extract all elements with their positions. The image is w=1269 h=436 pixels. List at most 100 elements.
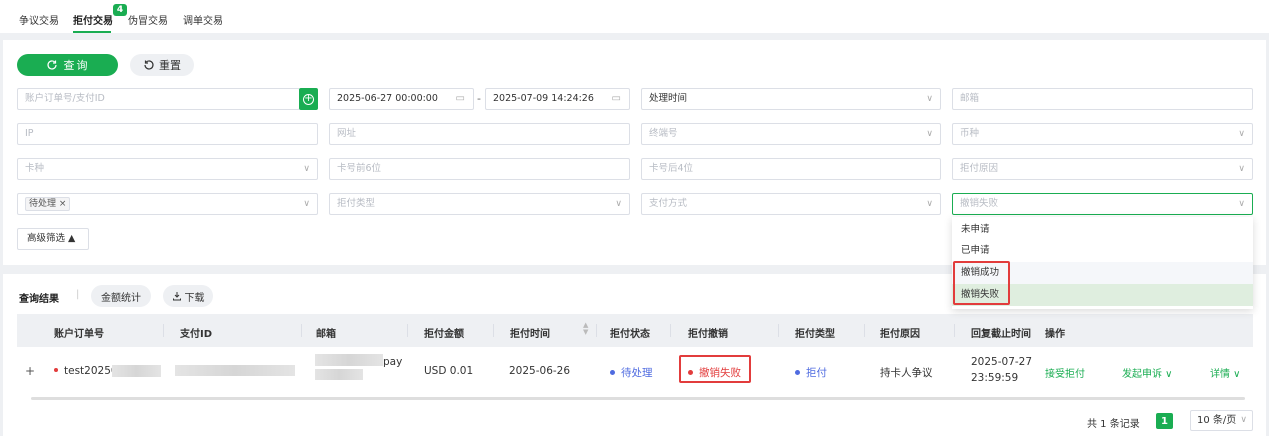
chevron-down-icon: ∨ (1238, 129, 1245, 139)
terminal-select[interactable]: 终端号 ∨ (641, 123, 941, 145)
appeal-dropdown-link[interactable]: 发起申诉 ∨ (1122, 365, 1173, 380)
redacted-order-id (112, 365, 161, 377)
dropdown-option-applied[interactable]: 已申请 (952, 240, 1253, 262)
card-last4-input[interactable]: 卡号后4位 (641, 158, 941, 180)
col-payment-id: 支付ID (180, 329, 213, 340)
revoke-cell: 撤销失败 (688, 365, 741, 380)
accept-chargeback-link[interactable]: 接受拒付 (1045, 365, 1085, 380)
active-tab-indicator (73, 31, 111, 33)
time-type-select[interactable]: 处理时间 ∨ (641, 88, 941, 110)
dropdown-option-revoke-success[interactable]: 撤销成功 (952, 262, 1253, 284)
status-dot (610, 369, 615, 375)
order-id-input[interactable]: 账户订单号/支付ID (17, 88, 300, 110)
col-divider (954, 324, 955, 337)
website-input[interactable]: 网址 (329, 123, 630, 145)
page-size-select[interactable]: 10 条/页 ∨ (1190, 410, 1253, 431)
chargeback-reason-select[interactable]: 拒付原因 ∨ (952, 158, 1253, 180)
chevron-down-icon: ∨ (1240, 415, 1247, 425)
chargeback-count-badge: 4 (113, 4, 127, 16)
results-title: 查询结果 (19, 294, 59, 305)
status-dot (795, 369, 800, 375)
col-order-id: 账户订单号 (54, 329, 104, 340)
advanced-filter-toggle[interactable]: 高级筛选 ▲ (17, 228, 89, 250)
tab-chargeback[interactable]: 拒付交易 (73, 12, 113, 27)
start-date-input[interactable]: 2025-06-27 00:00:00 ▭ (329, 88, 474, 110)
details-dropdown-link[interactable]: 详情 ∨ (1210, 365, 1241, 380)
email-input[interactable]: 邮箱 (952, 88, 1253, 110)
tab-fraud[interactable]: 伪冒交易 (128, 12, 168, 27)
payment-method-select[interactable]: 支付方式 ∨ (641, 193, 941, 215)
col-divider (493, 324, 494, 337)
card-first6-input[interactable]: 卡号前6位 (329, 158, 630, 180)
redacted-payment-id (175, 365, 295, 376)
col-actions: 操作 (1045, 329, 1065, 340)
sort-icon[interactable]: ▲ ▼ (583, 322, 588, 336)
horizontal-scrollbar[interactable] (31, 397, 1245, 400)
redacted-email (315, 369, 363, 380)
row-expand-button[interactable]: + (25, 364, 35, 378)
col-revoke: 拒付撤销 (688, 329, 728, 340)
deadline-date: 2025-07-27 (971, 356, 1033, 368)
type-cell: 拒付 (795, 365, 827, 380)
dropdown-option-revoke-failed[interactable]: 撤销失败 (952, 284, 1253, 306)
download-icon (172, 292, 181, 301)
chevron-down-icon: ∨ (926, 129, 933, 139)
download-button[interactable]: 下载 (163, 285, 213, 307)
time-cell: 2025-06-26 (509, 365, 571, 377)
amount-stats-button[interactable]: 金额统计 (91, 285, 151, 307)
col-divider (163, 324, 164, 337)
chevron-down-icon: ∨ (926, 94, 933, 104)
col-deadline: 回复截止时间 (971, 329, 1031, 340)
status-cell: 待处理 (610, 365, 653, 380)
order-id-cell: test20250 (54, 365, 118, 377)
end-date-input[interactable]: 2025-07-09 14:24:26 ▭ (485, 88, 630, 110)
redacted-email (315, 354, 383, 366)
chevron-down-icon: ∨ (1238, 199, 1245, 209)
amount-cell: USD 0.01 (424, 365, 474, 377)
page-1-button[interactable]: 1 (1156, 413, 1173, 429)
col-email: 邮箱 (316, 329, 336, 340)
col-divider (407, 324, 408, 337)
email-suffix: pay (383, 356, 403, 368)
chevron-down-icon: ∨ (1238, 164, 1245, 174)
revoke-status-dropdown: 未申请 已申请 撤销成功 撤销失败 (952, 217, 1253, 309)
reset-button[interactable]: 重置 (130, 54, 194, 76)
status-dot (688, 369, 693, 375)
col-divider (670, 324, 671, 337)
search-button[interactable]: 查询 (17, 54, 118, 76)
dropdown-option-not-applied[interactable]: 未申请 (952, 219, 1253, 241)
revoke-status-select[interactable]: 撤销失败 ∨ (952, 193, 1253, 215)
col-type: 拒付类型 (795, 329, 835, 340)
calendar-icon: ▭ (455, 93, 465, 104)
ip-input[interactable]: IP (17, 123, 318, 145)
date-separator: - (477, 92, 481, 105)
col-divider (778, 324, 779, 337)
col-amount: 拒付金额 (424, 329, 464, 340)
reset-icon (144, 60, 154, 70)
chargeback-type-select[interactable]: 拒付类型 ∨ (329, 193, 630, 215)
chevron-down-icon: ∨ (303, 164, 310, 174)
currency-select[interactable]: 币种 ∨ (952, 123, 1253, 145)
col-divider (864, 324, 865, 337)
chevron-down-icon: ∨ (303, 199, 310, 209)
status-select[interactable]: 待处理 × ∨ (17, 193, 318, 215)
tab-dispute[interactable]: 争议交易 (19, 12, 59, 27)
total-records: 共 1 条记录 (1087, 419, 1140, 430)
col-reason: 拒付原因 (880, 329, 920, 340)
calendar-icon: ▭ (611, 93, 621, 104)
card-type-select[interactable]: 卡种 ∨ (17, 158, 318, 180)
col-time[interactable]: 拒付时间 (510, 325, 550, 340)
deadline-time: 23:59:59 (971, 372, 1019, 384)
status-dot (54, 368, 58, 372)
status-tag[interactable]: 待处理 × (25, 197, 71, 211)
chevron-down-icon: ∨ (926, 199, 933, 209)
refresh-search-icon (46, 60, 57, 70)
col-status: 拒付状态 (610, 329, 650, 340)
tab-retrieval[interactable]: 调单交易 (183, 12, 223, 27)
add-order-button[interactable]: + (299, 88, 318, 110)
tab-bar: 争议交易 拒付交易 4 伪冒交易 调单交易 (0, 0, 1269, 33)
reason-cell: 持卡人争议 (880, 367, 933, 379)
chevron-down-icon: ∨ (615, 199, 622, 209)
col-divider (301, 324, 302, 337)
results-separator: | (76, 289, 80, 300)
